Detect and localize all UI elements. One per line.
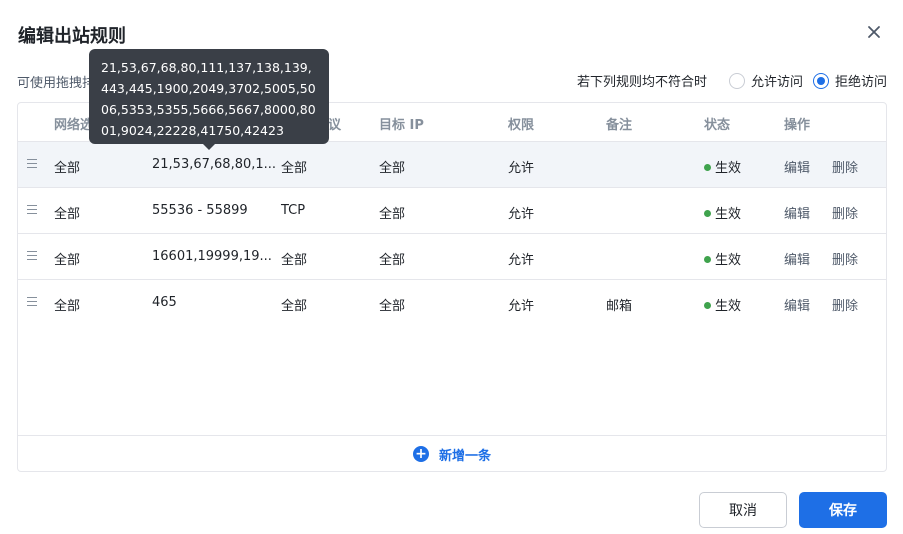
- edit-button[interactable]: 编辑: [784, 157, 810, 176]
- cell-target-ip: 全部: [379, 253, 406, 268]
- delete-button[interactable]: 删除: [832, 157, 858, 176]
- cell-protocol: 全部: [281, 253, 308, 268]
- cell-status: 生效: [704, 203, 741, 222]
- status-dot-icon: [704, 302, 711, 309]
- table-row: 全部 465 全部 全部 允许 邮箱 生效 编辑 删除: [18, 279, 886, 325]
- cell-port: 16601,19999,19...: [152, 249, 272, 264]
- cell-permission: 允许: [508, 207, 535, 222]
- cell-protocol: 全部: [281, 299, 308, 314]
- cell-network: 全部: [54, 253, 81, 268]
- cell-network: 全部: [54, 207, 81, 222]
- radio-deny-label: 拒绝访问: [834, 75, 887, 90]
- cell-status: 生效: [704, 157, 741, 176]
- column-header-permission: 权限: [508, 118, 535, 133]
- cell-target-ip: 全部: [379, 161, 406, 176]
- delete-button[interactable]: 删除: [832, 295, 858, 314]
- cell-network: 全部: [54, 161, 81, 176]
- cell-port: 465: [152, 295, 177, 310]
- cell-port: 21,53,67,68,80,1...: [152, 157, 277, 172]
- cell-port: 55536 - 55899: [152, 203, 248, 218]
- default-policy: 若下列规则均不符合时 允许访问 拒绝访问: [577, 71, 887, 90]
- radio-allow-label: 允许访问: [750, 75, 803, 90]
- table-row: 全部 16601,19999,19... 全部 全部 允许 生效 编辑 删除: [18, 233, 886, 279]
- column-header-network: 网络选: [54, 118, 94, 133]
- tooltip-text: 21,53,67,68,80,111,137,138,139,443,445,1…: [101, 60, 316, 138]
- status-dot-icon: [704, 164, 711, 171]
- status-label: 生效: [715, 253, 742, 268]
- cell-permission: 允许: [508, 299, 535, 314]
- tooltip-arrow: [203, 144, 215, 150]
- save-button[interactable]: 保存: [799, 492, 887, 528]
- status-label: 生效: [715, 161, 742, 176]
- cell-status: 生效: [704, 249, 741, 268]
- add-rule-label: 新增一条: [438, 448, 491, 464]
- plus-circle-icon: +: [412, 446, 429, 462]
- table-row: 全部 55536 - 55899 TCP 全部 允许 生效 编辑 删除: [18, 187, 886, 233]
- port-tooltip: 21,53,67,68,80,111,137,138,139,443,445,1…: [89, 49, 329, 150]
- edit-button[interactable]: 编辑: [784, 249, 810, 268]
- cell-network: 全部: [54, 299, 81, 314]
- cancel-button[interactable]: 取消: [699, 492, 787, 528]
- cell-status: 生效: [704, 295, 741, 314]
- column-header-status: 状态: [704, 118, 731, 133]
- table-row: 全部 21,53,67,68,80,1... 全部 全部 允许 生效 编辑 删除: [18, 141, 886, 187]
- column-header-target-ip: 目标 IP: [379, 118, 424, 133]
- add-rule-button[interactable]: + 新增一条: [18, 435, 886, 471]
- cell-note: 邮箱: [606, 299, 633, 314]
- edit-button[interactable]: 编辑: [784, 295, 810, 314]
- column-header-note: 备注: [606, 118, 633, 133]
- edit-button[interactable]: 编辑: [784, 203, 810, 222]
- drag-handle-icon[interactable]: [27, 251, 37, 261]
- status-dot-icon: [704, 256, 711, 263]
- drag-handle-icon[interactable]: [27, 297, 37, 307]
- column-header-actions: 操作: [784, 118, 811, 133]
- radio-circle: [812, 72, 829, 89]
- cell-permission: 允许: [508, 161, 535, 176]
- delete-button[interactable]: 删除: [832, 203, 858, 222]
- cell-permission: 允许: [508, 253, 535, 268]
- status-label: 生效: [715, 207, 742, 222]
- radio-allow[interactable]: 允许访问: [728, 71, 803, 90]
- default-policy-label: 若下列规则均不符合时: [576, 75, 707, 90]
- radio-deny[interactable]: 拒绝访问: [812, 71, 887, 90]
- dialog-title: 编辑出站规则: [18, 26, 126, 47]
- drag-handle-icon[interactable]: [27, 205, 37, 215]
- status-dot-icon: [704, 210, 711, 217]
- delete-button[interactable]: 删除: [832, 249, 858, 268]
- cell-protocol: 全部: [281, 161, 308, 176]
- cell-target-ip: 全部: [379, 207, 406, 222]
- drag-handle-icon[interactable]: [27, 159, 37, 169]
- status-label: 生效: [715, 299, 742, 314]
- radio-circle: [728, 72, 745, 89]
- cell-protocol: TCP: [281, 203, 306, 218]
- cell-target-ip: 全部: [379, 299, 406, 314]
- rules-table: 网络选 端口 协议 目标 IP 权限 备注 状态 操作 全部 21,53,67,…: [17, 102, 887, 472]
- close-icon[interactable]: [862, 20, 886, 44]
